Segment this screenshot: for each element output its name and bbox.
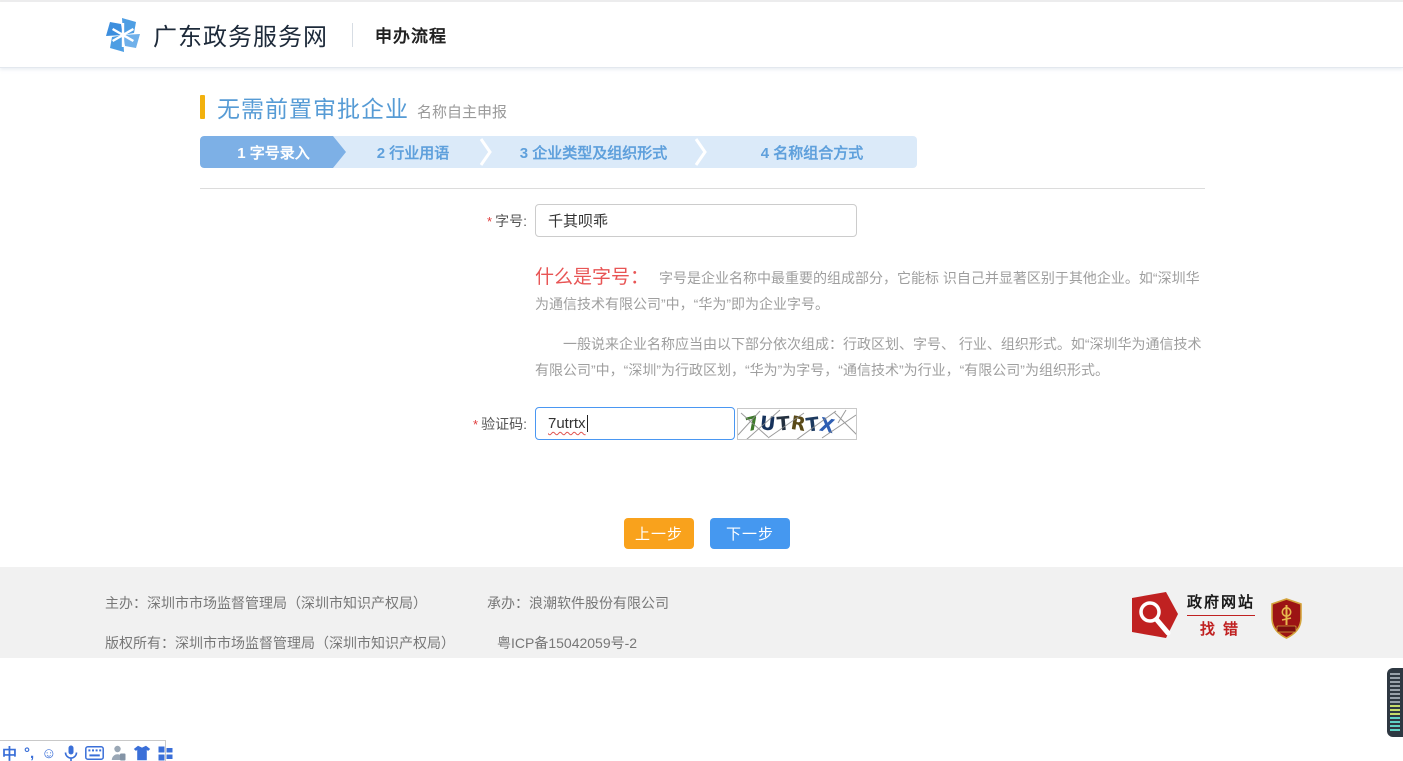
text-caret — [587, 415, 588, 432]
footer-copyright: 版权所有：深圳市市场监督管理局（深圳市知识产权局） — [105, 635, 455, 651]
ime-chinese-mode-button[interactable]: 中 — [2, 743, 17, 761]
required-mark: * — [473, 417, 478, 432]
zihao-help: 什么是字号：字号是企业名称中最重要的组成部分，它能标 识自己并显著区别于其他企业… — [535, 265, 1211, 383]
footer-undertake: 承办：浪潮软件股份有限公司 — [487, 595, 669, 611]
step-1-zihao[interactable]: 1 字号录入 — [200, 136, 333, 168]
site-logo[interactable]: 广东政务服务网 — [103, 15, 328, 55]
find-error-line1: 政府网站 — [1187, 591, 1255, 616]
page-title: 无需前置审批企业 — [217, 90, 409, 124]
page-title-row: 无需前置审批企业 名称自主申报 — [200, 68, 1210, 124]
ime-keyboard-icon[interactable] — [85, 746, 104, 760]
ime-punctuation-button[interactable]: °, — [24, 745, 34, 761]
ime-skin-shirt-icon[interactable] — [133, 745, 151, 761]
stripe-indicator-widget[interactable] — [1387, 668, 1403, 737]
captcha-label: *验证码: — [200, 414, 535, 434]
step-wizard: 1 字号录入 2 行业用语 3 企业类型及组织形式 4 名称组合方式 — [200, 136, 917, 168]
step-2-hangye[interactable]: 2 行业用语 — [346, 136, 480, 168]
find-error-line2: 找错 — [1191, 616, 1255, 639]
site-header: 广东政务服务网 申办流程 — [0, 2, 1403, 68]
help-heading: 什么是字号： — [535, 267, 649, 288]
header-divider — [352, 23, 353, 47]
zihao-input[interactable] — [535, 204, 857, 237]
title-accent-bar — [200, 95, 205, 119]
footer-host: 主办：深圳市市场监督管理局（深圳市知识产权局） — [105, 595, 427, 611]
ime-emoji-button[interactable]: ☺ — [41, 745, 56, 761]
zihao-label: *字号: — [200, 211, 535, 231]
step-4-zuhe[interactable]: 4 名称组合方式 — [707, 136, 917, 168]
next-step-button[interactable]: 下一步 — [710, 518, 790, 549]
gov-site-find-error-badge[interactable]: 政府网站 找错 — [1131, 591, 1255, 639]
captcha-row: *验证码: 7utrtx 7UTRTX — [200, 407, 1210, 440]
find-error-flag-icon — [1131, 591, 1179, 639]
section-divider — [200, 188, 1205, 189]
captcha-input[interactable]: 7utrtx — [535, 407, 735, 440]
ime-user-icon[interactable] — [111, 745, 126, 761]
main-content: 无需前置审批企业 名称自主申报 1 字号录入 2 行业用语 3 企业类型及组织形… — [0, 68, 1403, 567]
ime-menu-grid-icon[interactable] — [158, 746, 173, 761]
captcha-input-value: 7utrtx — [548, 415, 586, 432]
captcha-noise-lines — [738, 409, 857, 440]
captcha-image[interactable]: 7UTRTX — [737, 408, 857, 440]
page-footer: 主办：深圳市市场监督管理局（深圳市知识产权局） 承办：浪潮软件股份有限公司 版权所… — [0, 567, 1403, 658]
footer-icp-number: 粤ICP备15042059号-2 — [497, 635, 637, 651]
step-chevron-icon — [480, 136, 492, 168]
page-subtitle: 名称自主申报 — [417, 101, 507, 122]
prev-step-button[interactable]: 上一步 — [624, 518, 694, 549]
section-title: 申办流程 — [375, 22, 447, 47]
find-error-text: 政府网站 找错 — [1187, 591, 1255, 639]
zihao-row: *字号: — [200, 204, 1210, 237]
wizard-buttons: 上一步 下一步 — [624, 518, 1210, 549]
step-3-leixing[interactable]: 3 企业类型及组织形式 — [492, 136, 695, 168]
required-mark: * — [487, 214, 492, 229]
help-para2: 一般说来企业名称应当由以下部分依次组成：行政区划、字号、 行业、组织形式。如“深… — [535, 331, 1211, 383]
step-chevron-icon — [695, 136, 707, 168]
step-1-arrow — [333, 136, 346, 168]
site-name: 广东政务服务网 — [153, 17, 328, 52]
ime-toolbar: 中 °, ☺ — [0, 740, 166, 761]
credit-shield-badge[interactable] — [1270, 598, 1303, 642]
stripe-band-yellow — [1390, 705, 1400, 717]
stripe-band-teal — [1390, 717, 1400, 731]
stripe-band-gray — [1390, 673, 1400, 705]
ime-microphone-icon[interactable] — [64, 745, 78, 761]
pinwheel-logo-icon — [103, 15, 143, 55]
shield-icon — [1270, 598, 1303, 639]
